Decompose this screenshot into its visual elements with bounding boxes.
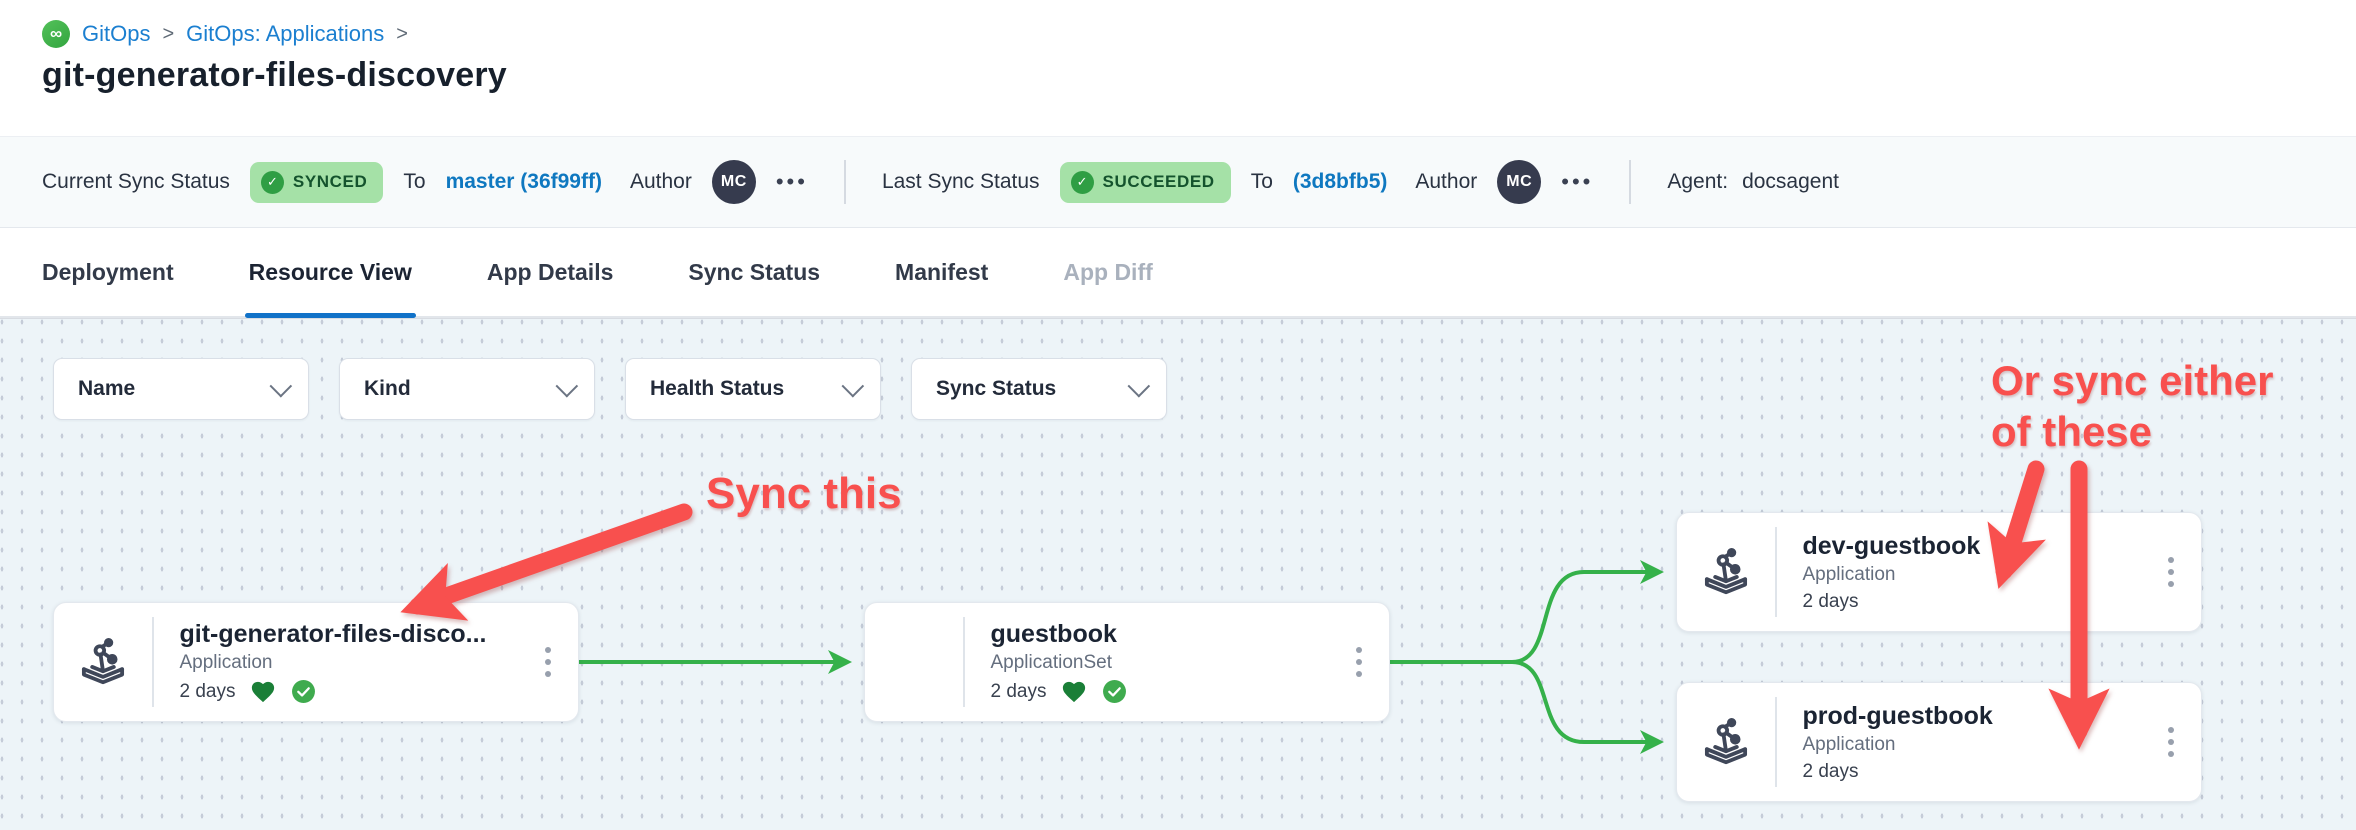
node-title: guestbook: [991, 620, 1330, 649]
health-heart-icon: [249, 679, 277, 704]
node-dev-guestbook[interactable]: dev-guestbook Application 2 days: [1676, 512, 2202, 632]
current-author-avatar: MC: [712, 160, 756, 204]
agent-info: Agent: docsagent: [1667, 170, 1839, 194]
node-title: git-generator-files-disco...: [180, 620, 519, 649]
chevron-down-icon: [842, 375, 865, 398]
node-kebab-menu-icon[interactable]: [2141, 513, 2201, 631]
synced-badge-label: SYNCED: [293, 172, 367, 192]
succeeded-badge-label: SUCCEEDED: [1103, 172, 1215, 192]
argo-application-icon: [1677, 513, 1775, 631]
node-kebab-menu-icon[interactable]: [1329, 603, 1389, 721]
statusbar-divider: [1629, 160, 1631, 204]
graph-filters: Name Kind Health Status Sync Status: [53, 358, 1167, 420]
filter-kind[interactable]: Kind: [339, 358, 595, 420]
breadcrumb: ∞ GitOps > GitOps: Applications >: [42, 20, 408, 48]
page-title: git-generator-files-discovery: [42, 56, 507, 95]
tab-deployment[interactable]: Deployment: [42, 228, 174, 316]
tab-app-diff: App Diff: [1063, 228, 1152, 316]
tab-sync-status[interactable]: Sync Status: [688, 228, 820, 316]
argo-application-icon: [1677, 683, 1775, 801]
node-kebab-menu-icon[interactable]: [518, 603, 578, 721]
node-kind: Application: [1803, 564, 2142, 586]
breadcrumb-link-gitops[interactable]: GitOps: [82, 21, 150, 47]
tab-app-details[interactable]: App Details: [487, 228, 614, 316]
annotation-or-sync-either: Or sync either of these: [1991, 355, 2301, 457]
node-guestbook[interactable]: guestbook ApplicationSet 2 days: [864, 602, 1390, 722]
node-icon-empty: [865, 603, 963, 721]
node-kind: Application: [180, 652, 519, 674]
sync-status-bar: Current Sync Status ✓ SYNCED To master (…: [0, 136, 2356, 228]
page-header: ∞ GitOps > GitOps: Applications > git-ge…: [0, 0, 2356, 136]
node-kind: Application: [1803, 734, 2142, 756]
current-author-label: Author: [630, 170, 692, 194]
last-sync-status-group: Last Sync Status ✓ SUCCEEDED To (3d8bfb5…: [882, 160, 1593, 204]
node-git-generator-files-discovery[interactable]: git-generator-files-disco... Application…: [53, 602, 579, 722]
check-circle-icon: ✓: [1071, 171, 1094, 194]
node-age: 2 days: [180, 681, 236, 703]
breadcrumb-link-applications[interactable]: GitOps: Applications: [186, 21, 384, 47]
node-content: guestbook ApplicationSet 2 days: [965, 603, 1330, 721]
node-age: 2 days: [991, 681, 1047, 703]
gitops-logo-icon: ∞: [42, 20, 70, 48]
filter-kind-label: Kind: [364, 377, 411, 401]
resource-graph-canvas: Name Kind Health Status Sync Status: [0, 318, 2356, 830]
node-content: git-generator-files-disco... Application…: [154, 603, 519, 721]
last-to-label: To: [1251, 170, 1273, 194]
chevron-down-icon: [1128, 375, 1151, 398]
node-age: 2 days: [1803, 761, 1859, 783]
health-heart-icon: [1060, 679, 1088, 704]
gitops-application-page: ∞ GitOps > GitOps: Applications > git-ge…: [0, 0, 2356, 830]
synced-status-badge: ✓ SYNCED: [250, 162, 383, 203]
current-commit-link[interactable]: master (36f99ff): [446, 170, 602, 194]
breadcrumb-separator-icon: >: [396, 23, 408, 46]
check-circle-icon: ✓: [261, 171, 284, 194]
last-author-label: Author: [1415, 170, 1477, 194]
filter-name[interactable]: Name: [53, 358, 309, 420]
current-more-icon[interactable]: •••: [776, 169, 808, 195]
tab-resource-view[interactable]: Resource View: [249, 228, 412, 316]
filter-health-status-label: Health Status: [650, 377, 784, 401]
current-sync-status-group: Current Sync Status ✓ SYNCED To master (…: [42, 160, 808, 204]
annotation-sync-this: Sync this: [706, 467, 902, 521]
agent-label: Agent:: [1667, 170, 1728, 194]
breadcrumb-separator-icon: >: [162, 23, 174, 46]
edge-appset-to-prod: [1512, 662, 1658, 742]
node-prod-guestbook[interactable]: prod-guestbook Application 2 days: [1676, 682, 2202, 802]
filter-health-status[interactable]: Health Status: [625, 358, 881, 420]
current-sync-status-label: Current Sync Status: [42, 170, 230, 194]
sync-check-icon: [1102, 679, 1127, 704]
filter-name-label: Name: [78, 377, 135, 401]
node-content: dev-guestbook Application 2 days: [1777, 513, 2142, 631]
node-age: 2 days: [1803, 591, 1859, 613]
edge-appset-to-dev: [1512, 572, 1658, 662]
chevron-down-icon: [556, 375, 579, 398]
chevron-down-icon: [270, 375, 293, 398]
app-tabs: Deployment Resource View App Details Syn…: [0, 228, 2356, 318]
filter-sync-status[interactable]: Sync Status: [911, 358, 1167, 420]
last-author-avatar: MC: [1497, 160, 1541, 204]
sync-check-icon: [291, 679, 316, 704]
statusbar-divider: [844, 160, 846, 204]
last-more-icon[interactable]: •••: [1561, 169, 1593, 195]
filter-sync-status-label: Sync Status: [936, 377, 1056, 401]
argo-application-icon: [54, 603, 152, 721]
last-sync-status-label: Last Sync Status: [882, 170, 1040, 194]
agent-value: docsagent: [1742, 170, 1839, 194]
succeeded-status-badge: ✓ SUCCEEDED: [1060, 162, 1231, 203]
tab-manifest[interactable]: Manifest: [895, 228, 988, 316]
node-kind: ApplicationSet: [991, 652, 1330, 674]
node-kebab-menu-icon[interactable]: [2141, 683, 2201, 801]
node-title: prod-guestbook: [1803, 702, 2142, 731]
current-to-label: To: [403, 170, 425, 194]
node-title: dev-guestbook: [1803, 532, 2142, 561]
node-content: prod-guestbook Application 2 days: [1777, 683, 2142, 801]
last-commit-link[interactable]: (3d8bfb5): [1293, 170, 1388, 194]
